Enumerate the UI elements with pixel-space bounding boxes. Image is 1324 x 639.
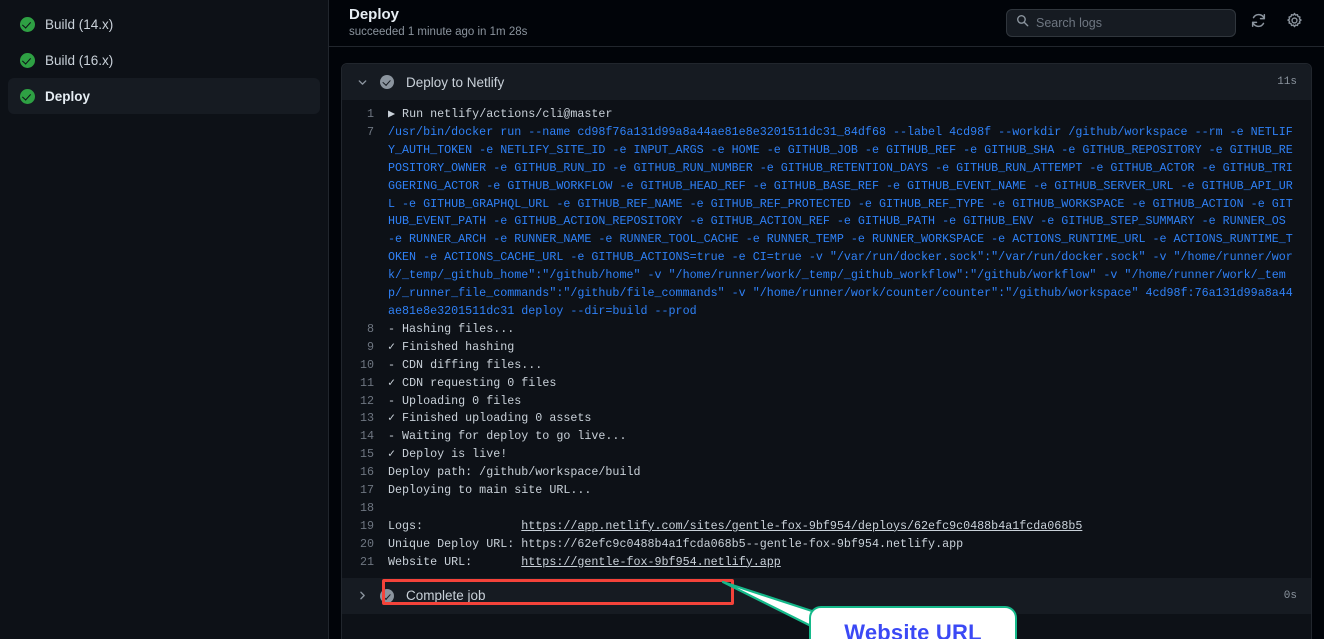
callout-label: Website URL [844, 619, 982, 639]
header-titles: Deploy succeeded 1 minute ago in 1m 28s [349, 6, 527, 40]
log-line-website-url: 21 Website URL: https://gentle-fox-9bf95… [342, 554, 1311, 572]
main-content: Deploy succeeded 1 minute ago in 1m 28s [329, 0, 1324, 639]
line-text: ✓ CDN requesting 0 files [388, 375, 557, 390]
refresh-icon [1250, 12, 1267, 34]
refresh-button[interactable] [1244, 9, 1272, 37]
success-check-icon [20, 88, 35, 104]
line-number: 21 [359, 554, 374, 569]
line-number: 12 [359, 393, 374, 408]
logs-url-link[interactable]: https://app.netlify.com/sites/gentle-fox… [521, 519, 1082, 533]
sidebar-item-label: Deploy [45, 88, 91, 104]
page-subtitle: succeeded 1 minute ago in 1m 28s [349, 26, 528, 38]
page-title: Deploy [349, 6, 400, 23]
log-line: 7 /usr/bin/docker run --name cd98f76a131… [342, 124, 1311, 321]
website-url-label: Website URL: [388, 554, 522, 569]
gear-icon [1286, 12, 1303, 34]
sidebar-item-build-14x[interactable]: Build (14.x) [8, 6, 320, 42]
log-line: 10 - CDN diffing files... [342, 357, 1311, 375]
line-number: 19 [359, 518, 374, 533]
log-lines: 1 ▶ Run netlify/actions/cli@master 7 /us… [342, 100, 1311, 578]
line-number: 1 [366, 107, 374, 121]
line-text: ▶ Run netlify/actions/cli@master [388, 107, 613, 121]
line-text: - Waiting for deploy to go live... [388, 429, 627, 444]
line-text: ✓ Finished hashing [388, 339, 515, 354]
jobs-sidebar: Build (14.x) Build (16.x) Deploy [0, 0, 329, 639]
log-line: 17 Deploying to main site URL... [342, 482, 1311, 500]
chevron-right-icon[interactable] [356, 590, 368, 601]
log-line: 9 ✓ Finished hashing [342, 339, 1311, 357]
log-group-title: Complete job [406, 588, 486, 604]
log-group-duration: 0s [1283, 589, 1297, 602]
logs-label: Logs: [388, 518, 522, 533]
log-line: 13 ✓ Finished uploading 0 assets [342, 410, 1311, 428]
log-line: 18 [342, 500, 1311, 518]
sidebar-item-deploy[interactable]: Deploy [8, 78, 320, 114]
line-number: 9 [366, 339, 374, 354]
log-line: 1 ▶ Run netlify/actions/cli@master [342, 106, 1311, 124]
log-line: 19 Logs: https://app.netlify.com/sites/g… [342, 518, 1311, 536]
line-text: /usr/bin/docker run --name cd98f76a131d9… [388, 124, 1293, 318]
line-text: Deploy path: /github/workspace/build [388, 465, 641, 480]
log-line: 20 Unique Deploy URL: https://62efc9c048… [342, 536, 1311, 554]
website-url-link[interactable]: https://gentle-fox-9bf954.netlify.app [521, 555, 781, 569]
settings-button[interactable] [1280, 9, 1308, 37]
line-number: 8 [366, 321, 374, 336]
log-group-title: Deploy to Netlify [406, 74, 505, 90]
sidebar-item-build-16x[interactable]: Build (16.x) [8, 42, 320, 78]
line-text: ✓ Finished uploading 0 assets [388, 411, 592, 426]
log-line: 8 - Hashing files... [342, 321, 1311, 339]
line-number: 16 [359, 465, 374, 480]
success-check-icon [380, 75, 394, 89]
line-number: 18 [359, 500, 374, 515]
deploy-logs-page: Build (14.x) Build (16.x) Deploy Deploy … [0, 0, 1324, 639]
line-number: 15 [359, 447, 374, 462]
log-panel: Deploy to Netlify 11s 1 ▶ Run netlify/ac… [341, 63, 1312, 639]
search-logs-box[interactable] [1006, 9, 1236, 37]
line-number: 7 [366, 124, 374, 139]
success-check-icon [380, 588, 394, 603]
line-number: 17 [359, 483, 374, 498]
log-line: 11 ✓ CDN requesting 0 files [342, 375, 1311, 393]
line-number: 11 [359, 375, 374, 390]
line-number: 13 [359, 411, 374, 426]
line-text: Logs: https://app.netlify.com/sites/gent… [388, 518, 1311, 536]
callout-website-url: Website URL [809, 606, 1017, 639]
log-line: 15 ✓ Deploy is live! [342, 446, 1311, 464]
log-group-duration: 11s [1277, 76, 1297, 88]
success-check-icon [20, 52, 35, 68]
sidebar-item-label: Build (16.x) [45, 52, 114, 68]
chevron-down-icon[interactable] [356, 77, 368, 88]
line-text: - CDN diffing files... [388, 357, 543, 372]
sidebar-item-label: Build (14.x) [45, 16, 114, 32]
line-text: Deploying to main site URL... [388, 483, 592, 498]
log-header: Deploy succeeded 1 minute ago in 1m 28s [329, 0, 1324, 47]
line-text: Website URL: https://gentle-fox-9bf954.n… [388, 554, 1311, 572]
search-input[interactable] [1036, 16, 1226, 30]
success-check-icon [20, 16, 35, 32]
log-group-header-deploy-to-netlify[interactable]: Deploy to Netlify 11s [342, 64, 1311, 100]
log-line: 12 - Uploading 0 files [342, 393, 1311, 411]
line-number: 20 [359, 536, 374, 551]
line-text: - Uploading 0 files [388, 393, 522, 408]
line-text: ✓ Deploy is live! [388, 447, 508, 462]
log-line: 16 Deploy path: /github/workspace/build [342, 464, 1311, 482]
log-panel-wrapper: Deploy to Netlify 11s 1 ▶ Run netlify/ac… [329, 47, 1324, 639]
line-text: Unique Deploy URL: https://62efc9c0488b4… [388, 536, 964, 551]
line-number: 10 [359, 357, 374, 372]
line-text: - Hashing files... [388, 321, 515, 336]
search-icon [1016, 14, 1029, 32]
log-line: 14 - Waiting for deploy to go live... [342, 428, 1311, 446]
line-number: 14 [359, 429, 374, 444]
